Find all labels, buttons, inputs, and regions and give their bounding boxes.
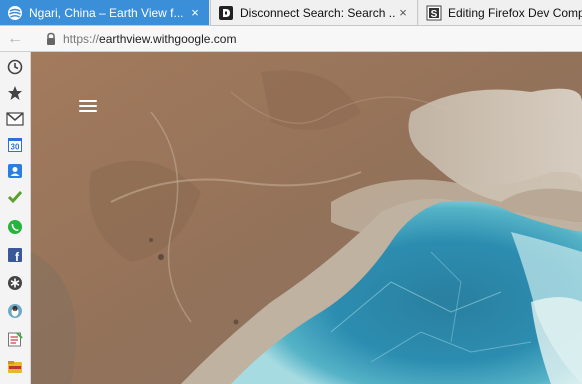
tab-disconnect-search[interactable]: Disconnect Search: Search ... × xyxy=(210,0,418,25)
gmail-icon[interactable] xyxy=(6,110,24,128)
url-field[interactable]: https://earthview.withgoogle.com xyxy=(63,32,236,46)
bookmarks-star-icon[interactable] xyxy=(6,84,24,102)
facebook-icon[interactable]: f xyxy=(6,246,24,264)
svg-text:30: 30 xyxy=(11,143,20,152)
tab-title: Editing Firefox Dev Comp xyxy=(448,5,582,20)
menu-button[interactable] xyxy=(79,100,99,116)
tab-title: Disconnect Search: Search ... xyxy=(240,5,395,20)
url-scheme: https:// xyxy=(63,31,100,46)
back-button[interactable]: ← xyxy=(0,30,30,48)
navigation-bar: ← https://earthview.withgoogle.com xyxy=(0,26,582,52)
mdn-edit-icon: S xyxy=(426,5,442,21)
tab-editing-firefox[interactable]: S Editing Firefox Dev Comp xyxy=(419,0,582,25)
url-host: earthview.withgoogle.com xyxy=(99,31,237,46)
menu-line xyxy=(79,110,97,112)
whatsapp-icon[interactable] xyxy=(6,218,24,236)
menu-line xyxy=(79,100,97,102)
asterisk-app-icon[interactable] xyxy=(6,274,24,292)
checkmark-icon[interactable] xyxy=(6,188,24,206)
lock-icon[interactable] xyxy=(44,32,58,46)
folder-app-icon[interactable] xyxy=(6,358,24,376)
satellite-image xyxy=(31,52,582,384)
tab-strip: Ngari, China – Earth View f... × Disconn… xyxy=(0,0,582,26)
sidebar: 30 f xyxy=(0,52,31,384)
notes-app-icon[interactable] xyxy=(6,330,24,348)
disconnect-icon xyxy=(218,5,234,21)
close-icon[interactable]: × xyxy=(187,5,203,20)
contacts-icon[interactable] xyxy=(6,162,24,180)
history-icon[interactable] xyxy=(6,58,24,76)
tab-title: Ngari, China – Earth View f... xyxy=(29,5,184,20)
close-icon[interactable]: × xyxy=(395,5,411,20)
calendar-icon[interactable]: 30 xyxy=(6,136,24,154)
earth-view-icon xyxy=(7,5,23,21)
svg-text:S: S xyxy=(431,9,438,20)
penguin-app-icon[interactable] xyxy=(6,302,24,320)
menu-line xyxy=(79,105,97,107)
tab-earth-view[interactable]: Ngari, China – Earth View f... × xyxy=(0,0,209,25)
earth-view-image[interactable] xyxy=(31,52,582,384)
